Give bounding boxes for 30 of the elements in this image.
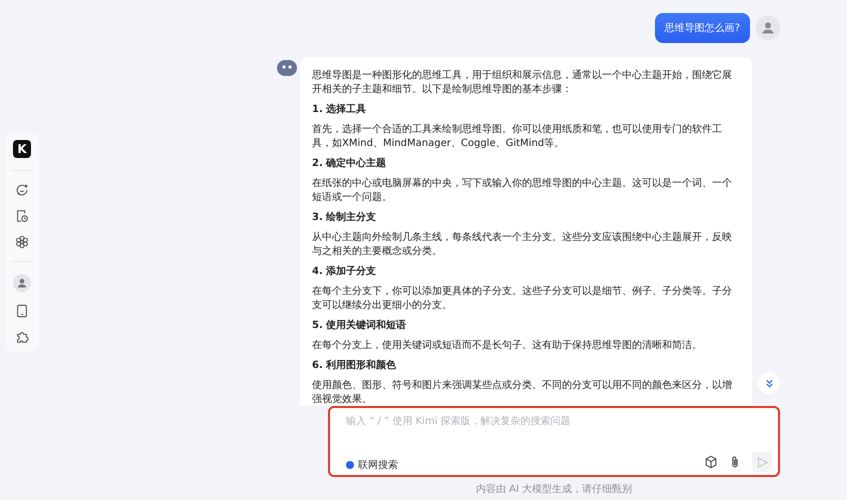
answer-paragraph: 思维导图是一种图形化的思维工具，用于组织和展示信息，通常以一个中心主题开始，围绕它展开相关的子主题和细节。以下是绘制思维导图的基本步骤：	[312, 69, 733, 97]
step-heading: 5. 使用关键词和短语	[312, 319, 408, 333]
flower-icon[interactable]	[15, 235, 29, 249]
answer-paragraph: 使用颜色、图形、符号和图片来强调某些点或分类。不同的分支可以用不同的颜色来区分，以增强视觉效果。	[312, 379, 733, 406]
chat-input-field[interactable]: 输入 “ / ” 使用 Kimi 探索版，解决复杂的搜索问题 联网搜索	[328, 406, 780, 477]
answer-paragraph: 在纸张的中心或电脑屏幕的中央，写下或输入你的思维导图的中心主题。这可以是一个词、一个短语或一个问题。	[312, 177, 733, 205]
chevrons-down-icon	[764, 378, 774, 388]
scroll-down-button[interactable]	[758, 372, 780, 394]
step-heading: 6. 利用图形和颜色	[312, 359, 398, 373]
user-avatar-icon[interactable]	[13, 274, 31, 292]
history-icon[interactable]	[15, 209, 29, 223]
answer-paragraph: 在每个分支上，使用关键词或短语而不是长句子。这有助于保持思维导图的清晰和简洁。	[312, 339, 703, 353]
step-heading: 1. 选择工具	[312, 103, 368, 117]
disclaimer-text: 内容由 AI 大模型生成，请仔细甄别	[474, 482, 634, 497]
send-icon	[756, 456, 768, 468]
answer-paragraph: 从中心主题向外绘制几条主线，每条线代表一个主分支。这些分支应该围绕中心主题展开，反映与之相关的主要概念或分类。	[312, 231, 733, 259]
logo[interactable]: K	[13, 140, 31, 158]
step-heading: 4. 添加子分支	[312, 265, 378, 279]
tablet-icon[interactable]	[15, 304, 29, 318]
cube-icon[interactable]	[704, 455, 718, 469]
puzzle-icon[interactable]	[15, 330, 29, 344]
step-heading: 3. 绘制主分支	[312, 211, 378, 225]
user-message: 思维导图怎么画?	[654, 13, 750, 43]
bot-avatar-icon	[276, 57, 298, 79]
answer-paragraph: 在每个主分支下，你可以添加更具体的子分支。这些子分支可以是细节、例子、子分类等。子分支可以继续分出更细小的分支。	[312, 285, 733, 313]
user-avatar-icon	[756, 16, 780, 40]
step-heading: 2. 确定中心主题	[312, 157, 388, 171]
web-search-toggle[interactable]: 联网搜索	[346, 458, 398, 472]
new-chat-icon[interactable]	[15, 183, 29, 197]
answer-paragraph: 首先，选择一个合适的工具来绘制思维导图。你可以使用纸质和笔，也可以使用专门的软件工具，如XMind、MindManager、Coggle、GitMind等。	[312, 123, 723, 151]
